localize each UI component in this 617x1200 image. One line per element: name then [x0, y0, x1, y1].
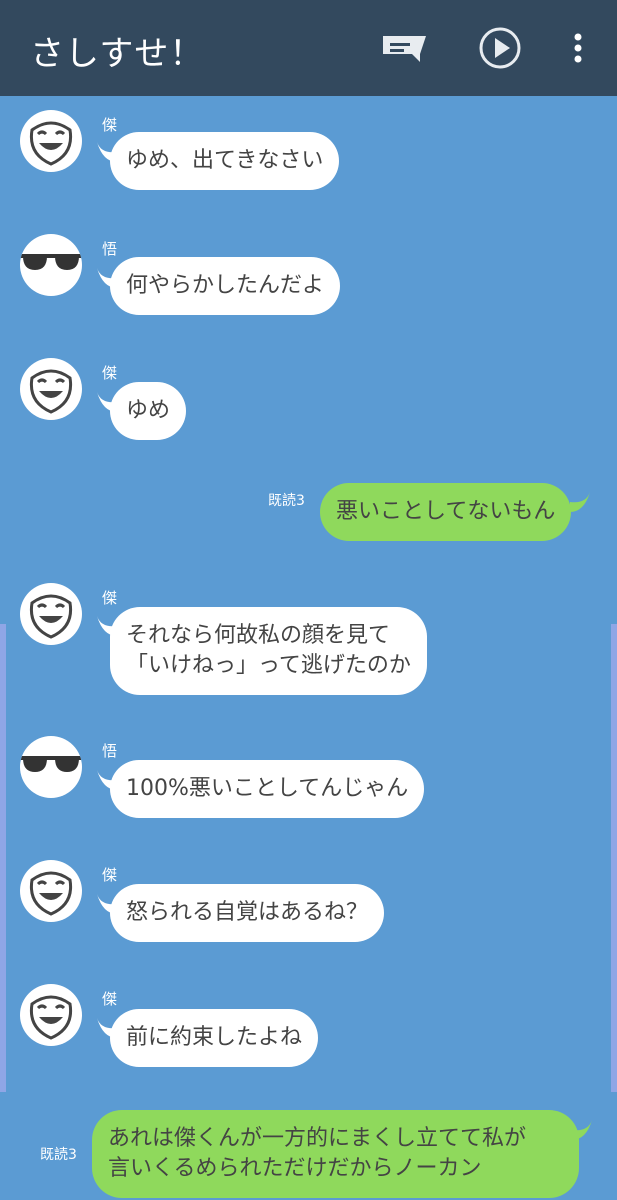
message-bubble[interactable]: 悪いことしてないもん: [320, 483, 572, 541]
chat-title: さしすせ！: [30, 34, 205, 74]
message-line: 「いけねっ」って逃げたのか: [126, 653, 411, 678]
message-text: 前に約束したよね: [126, 1025, 303, 1050]
more-vert-icon[interactable]: [570, 32, 586, 66]
message-line: 言いくるめられただけだからノーカン: [108, 1156, 482, 1181]
message-text: ゆめ: [126, 398, 171, 423]
sender-name: 悟: [102, 240, 118, 258]
message-text: ゆめ、出てきなさい: [126, 148, 324, 173]
smile-mask-icon[interactable]: [20, 110, 82, 172]
message-bubble[interactable]: 前に約束したよね: [110, 1009, 319, 1067]
sender-name: 悟: [102, 742, 118, 760]
smile-mask-icon[interactable]: [20, 984, 82, 1046]
sunglasses-icon[interactable]: [20, 234, 82, 296]
message-bubble[interactable]: それなら何故私の顔を見て 「いけねっ」って逃げたのか: [110, 607, 427, 695]
smile-mask-icon[interactable]: [20, 358, 82, 420]
message-text: 怒られる自覚はあるね？: [126, 900, 369, 925]
sender-name: 傑: [102, 589, 118, 607]
play-icon[interactable]: [478, 26, 522, 70]
scroll-indicator-right[interactable]: [611, 624, 617, 1092]
message-bubble[interactable]: ゆめ、出てきなさい: [110, 132, 340, 190]
smile-mask-icon[interactable]: [20, 583, 82, 645]
chat-list-icon[interactable]: [380, 34, 428, 64]
message-text: 何やらかしたんだよ: [126, 273, 325, 298]
message-text: 悪いことしてないもん: [336, 499, 556, 524]
smile-mask-icon[interactable]: [20, 860, 82, 922]
message-line: それなら何故私の顔を見て: [126, 623, 391, 648]
sender-name: 傑: [102, 990, 118, 1008]
sender-name: 傑: [102, 364, 118, 382]
message-bubble[interactable]: ゆめ: [110, 382, 187, 440]
sunglasses-icon[interactable]: [20, 736, 82, 798]
message-bubble[interactable]: 何やらかしたんだよ: [110, 257, 341, 315]
message-bubble[interactable]: あれは傑くんが一方的にまくし立てて私が 言いくるめられただけだからノーカン: [92, 1110, 579, 1198]
chat-area[interactable]: 傑 ゆめ、出てきなさい 悟 何やらかしたんだよ 傑 ゆめ 既読3 悪いことしてな…: [0, 96, 617, 1200]
message-line: あれは傑くんが一方的にまくし立てて私が: [108, 1126, 527, 1151]
sender-name: 傑: [102, 116, 118, 134]
scroll-indicator-left: [0, 624, 6, 1092]
message-bubble[interactable]: 100%悪いことしてんじゃん: [110, 760, 425, 818]
sender-name: 傑: [102, 866, 118, 884]
app-header: さしすせ！: [0, 0, 617, 96]
read-receipt: 既読3: [40, 1147, 77, 1163]
read-receipt: 既読3: [268, 493, 305, 509]
message-text: 100%悪いことしてんじゃん: [126, 776, 409, 801]
message-bubble[interactable]: 怒られる自覚はあるね？: [110, 884, 385, 942]
bubble-tail: [570, 492, 590, 512]
